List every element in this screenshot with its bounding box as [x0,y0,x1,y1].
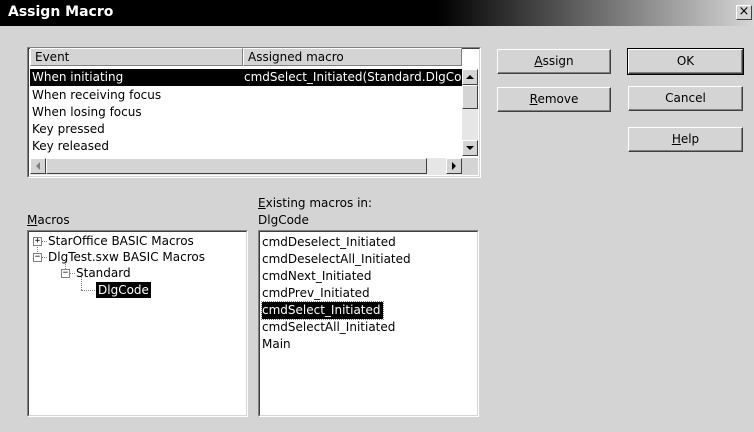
tree-item-staroffice-basic-macros[interactable]: StarOffice BASIC Macros [48,233,194,249]
scroll-left-button[interactable] [30,158,46,174]
cancel-button[interactable]: Cancel [628,86,743,111]
event-row-when-initiating[interactable]: When initiating cmdSelect_Initiated(Stan… [30,69,462,86]
help-button[interactable]: Help [628,127,743,152]
column-header-assigned-macro[interactable]: Assigned macro [243,48,462,66]
event-name: When receiving focus [32,88,162,102]
existing-macros-label: Existing macros in: [258,196,373,210]
arrow-down-icon [466,146,474,150]
arrow-left-icon [36,162,40,170]
macro-library-tree[interactable]: + StarOffice BASIC Macros − DlgTest.sxw … [27,230,248,417]
event-row-when-receiving-focus[interactable]: When receiving focus [30,87,462,104]
existing-macros-list[interactable]: cmdDeselect_Initiated cmdDeselectAll_Ini… [258,230,479,417]
remove-button[interactable]: Remove [497,87,611,112]
events-vertical-scrollbar[interactable] [462,69,478,156]
assigned-macro: cmdSelect_Initiated(Standard.DlgCod [244,70,462,84]
horizontal-scroll-thumb[interactable] [46,158,427,174]
macro-list-item[interactable]: cmdNext_Initiated [262,268,371,285]
event-name: Key pressed [32,122,105,136]
tree-item-dlgcode[interactable]: DlgCode [96,282,151,298]
event-name: When initiating [32,70,124,84]
event-row-when-losing-focus[interactable]: When losing focus [30,104,462,121]
tree-item-dlgtest-basic-macros[interactable]: DlgTest.sxw BASIC Macros [48,249,205,265]
close-button[interactable]: × [736,5,752,20]
scroll-up-button[interactable] [462,69,478,85]
event-row-key-released[interactable]: Key released [30,138,462,155]
tree-item-standard[interactable]: Standard [76,265,131,281]
ok-button[interactable]: OK [627,48,744,75]
macro-list-item[interactable]: cmdSelectAll_Initiated [262,319,395,336]
scroll-thumb[interactable] [462,85,478,109]
scroll-down-button[interactable] [462,140,478,156]
existing-macros-library-name: DlgCode [258,213,309,227]
close-icon: × [738,4,750,19]
scroll-right-button[interactable] [446,158,462,174]
macro-list-item[interactable]: cmdDeselectAll_Initiated [262,251,411,268]
macros-label: Macros [27,213,70,227]
macro-list-item[interactable]: cmdDeselect_Initiated [262,234,396,251]
events-horizontal-scrollbar[interactable] [30,158,462,175]
title-bar: Assign Macro × [0,0,754,26]
collapse-minus-icon[interactable]: − [33,253,42,262]
events-table: Event Assigned macro When initiating cmd… [27,47,481,178]
macro-list-item[interactable]: Main [262,336,291,353]
column-header-event[interactable]: Event [30,48,243,66]
arrow-up-icon [466,75,474,79]
arrow-right-icon [452,162,456,170]
expand-plus-icon[interactable]: + [33,237,42,246]
event-row-key-pressed[interactable]: Key pressed [30,121,462,138]
event-name: When losing focus [32,105,142,119]
assign-button[interactable]: Assign [497,49,611,74]
event-name: Key released [32,139,109,153]
macro-list-item[interactable]: cmdPrev_Initiated [262,285,370,302]
window-title: Assign Macro [8,4,114,20]
collapse-minus-icon[interactable]: − [61,269,70,278]
macro-list-item-selected[interactable]: cmdSelect_Initiated [261,301,384,320]
